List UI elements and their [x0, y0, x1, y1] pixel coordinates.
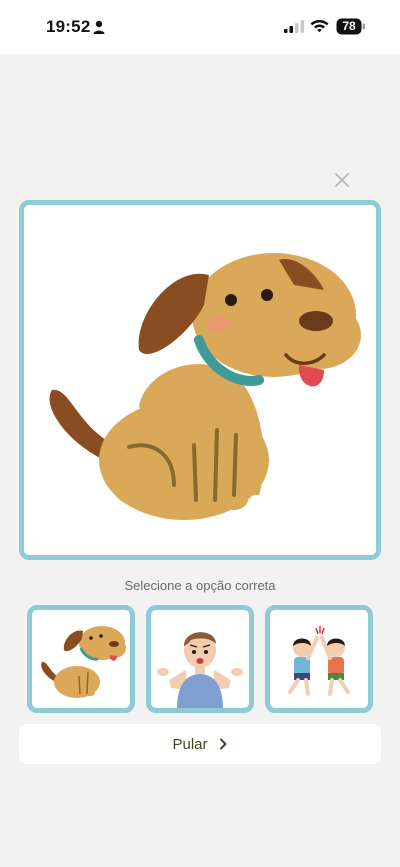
- skip-label: Pular: [172, 735, 208, 753]
- wifi-icon: [310, 20, 329, 33]
- chevron-right-icon: [219, 738, 227, 750]
- option-card-1[interactable]: [27, 605, 135, 713]
- status-bar: 19:52 78: [0, 0, 400, 54]
- skip-button[interactable]: Pular: [19, 724, 381, 764]
- close-icon[interactable]: [330, 168, 354, 192]
- kids-high-five-icon: [288, 626, 350, 696]
- battery-level: 78: [342, 19, 356, 33]
- dog-illustration: [49, 253, 361, 520]
- confused-man-icon: [157, 632, 243, 708]
- person-icon: [93, 20, 105, 34]
- cellular-signal-icon: [284, 20, 304, 33]
- prompt-text: Selecione a opção correta: [124, 578, 276, 593]
- dog-icon: [41, 626, 126, 698]
- option-card-3[interactable]: [265, 605, 373, 713]
- option-card-2[interactable]: [146, 605, 254, 713]
- status-time: 19:52: [46, 17, 91, 36]
- main-image-card: [19, 200, 381, 560]
